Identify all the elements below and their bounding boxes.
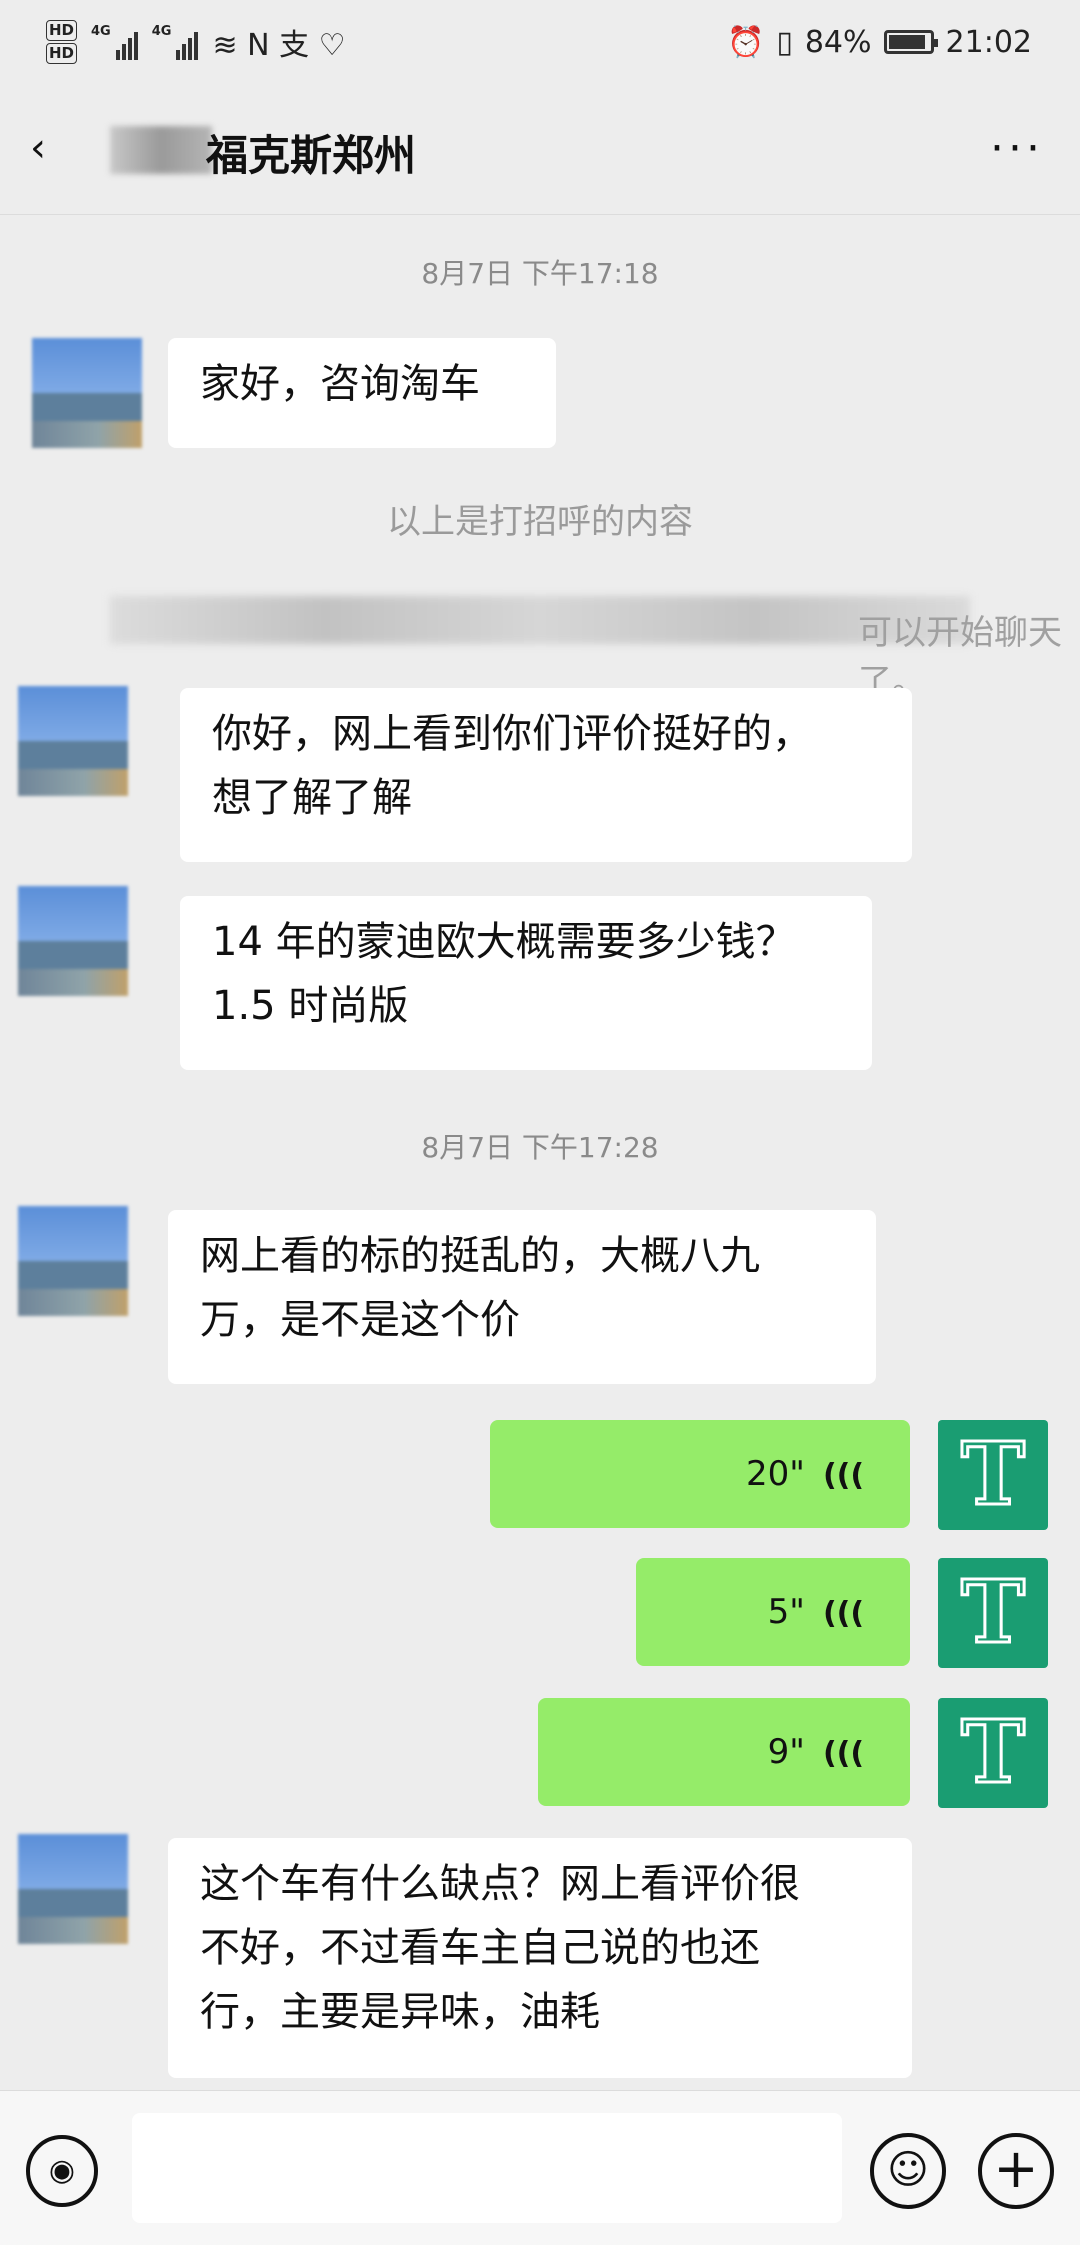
timestamp: 8月7日 下午17:28 (421, 1131, 659, 1164)
message-bubble[interactable]: 14 年的蒙迪欧大概需要多少钱？ 1.5 时尚版 (180, 896, 872, 1070)
battery-percent: 84% (804, 24, 872, 60)
more-icon[interactable]: ··· (990, 127, 1044, 171)
voice-wave-icon: ))) (822, 1596, 864, 1631)
vibrate-icon: ▯ (776, 24, 793, 60)
clock: 21:02 (945, 24, 1032, 60)
contact-avatar[interactable] (18, 1206, 128, 1316)
voice-duration: 9" (767, 1732, 805, 1772)
chat-header: ‹ 福克斯郑州 ··· (0, 84, 1080, 215)
battery-icon (883, 30, 938, 54)
signal-icon-2: 4G (152, 24, 199, 60)
message-bubble[interactable]: 网上看的标的挺乱的，大概八九 万，是不是这个价 (168, 1210, 876, 1384)
voice-message[interactable]: 5"))) (636, 1558, 910, 1666)
my-avatar[interactable]: T (938, 1420, 1048, 1530)
message-bubble[interactable]: 这个车有什么缺点？网上看评价很 不好，不过看车主自己说的也还 行，主要是异味，油… (168, 1838, 912, 2078)
message-bubble[interactable]: 你好，网上看到你们评价挺好的， 想了解了解 (180, 688, 912, 862)
back-arrow-icon[interactable]: ‹ (30, 126, 74, 170)
plus-icon[interactable]: + (978, 2133, 1054, 2209)
my-avatar[interactable]: T (938, 1558, 1048, 1668)
timestamp: 8月7日 下午17:18 (421, 257, 659, 290)
my-avatar[interactable]: T (938, 1698, 1048, 1808)
blurred-name (110, 126, 212, 174)
voice-message[interactable]: 9"))) (538, 1698, 910, 1806)
contact-avatar[interactable] (18, 686, 128, 796)
signal-icon: 4G (91, 24, 138, 60)
voice-duration: 5" (767, 1592, 805, 1632)
voice-wave-icon: ))) (822, 1458, 864, 1493)
system-message: 以上是打招呼的内容 (387, 502, 693, 542)
alarm-icon: ⏰ (726, 24, 765, 60)
contact-avatar[interactable] (18, 886, 128, 996)
blurred-system-text (110, 596, 970, 644)
input-bar: ◉ ☺ + (0, 2090, 1080, 2245)
message-input[interactable] (132, 2113, 842, 2223)
voice-message[interactable]: 20"))) (490, 1420, 910, 1528)
contact-avatar[interactable] (18, 1834, 128, 1944)
message-bubble[interactable]: 家好，咨询淘车 (168, 338, 556, 448)
voice-duration: 20" (745, 1454, 805, 1494)
status-bar: HD HD 4G 4G ≋ N 支 ♡ ⏰ ▯ 84% 21:02 (0, 0, 1080, 84)
hd-indicator: HD HD (46, 19, 78, 65)
status-extra-icons: ≋ N 支 ♡ (212, 28, 346, 63)
chat-title: 福克斯郑州 (206, 131, 417, 180)
contact-avatar[interactable] (32, 338, 142, 448)
emoji-icon[interactable]: ☺ (870, 2133, 946, 2209)
voice-wave-icon: ))) (822, 1736, 864, 1771)
voice-input-icon[interactable]: ◉ (26, 2135, 98, 2207)
